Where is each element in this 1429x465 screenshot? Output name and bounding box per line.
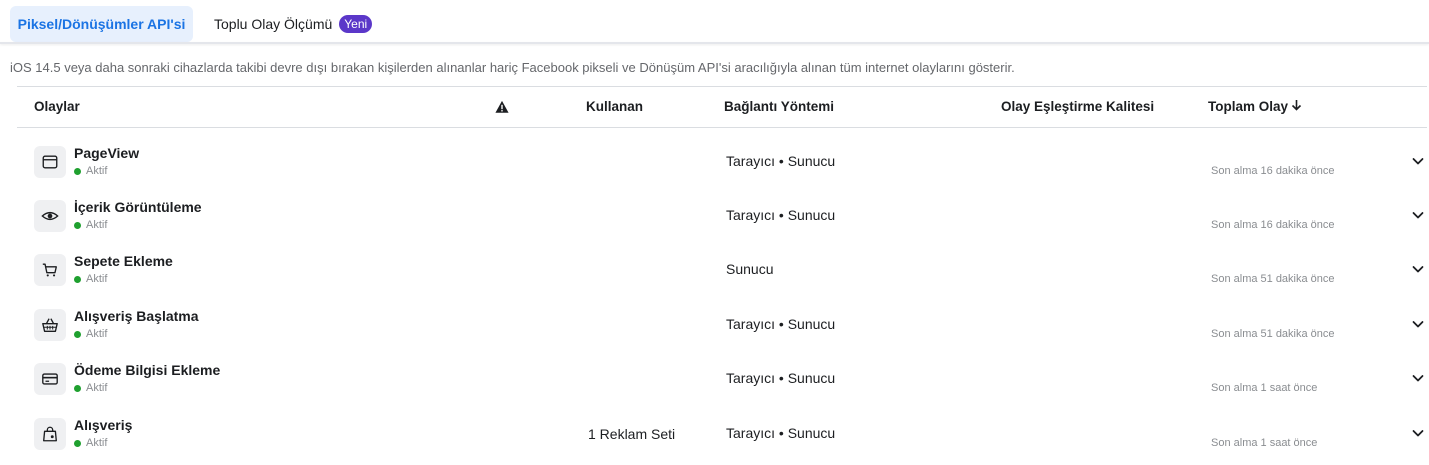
header-events[interactable]: Olaylar: [34, 99, 80, 114]
event-status-label: Aktif: [86, 328, 108, 340]
warning-icon[interactable]: [495, 100, 509, 114]
chevron-down-icon[interactable]: [1410, 370, 1426, 386]
sort-down-icon: [1291, 100, 1302, 111]
event-connection-method: Tarayıcı • Sunucu: [726, 153, 836, 169]
event-name: İçerik Görüntüleme: [74, 199, 202, 215]
event-last-received: Son alma 1 saat önce: [1211, 437, 1318, 449]
status-dot: [74, 330, 81, 338]
event-connection-method: Tarayıcı • Sunucu: [726, 316, 836, 332]
table-row-4[interactable]: Alışveriş Başlatma Aktif Tarayıcı • Sunu…: [17, 308, 1427, 362]
shopping-basket-icon: [34, 309, 66, 341]
tab-aggregated-event-measurement-label: Toplu Olay Ölçümü: [214, 16, 333, 32]
table-row-2[interactable]: İçerik Görüntüleme Aktif Tarayıcı • Sunu…: [17, 199, 1427, 253]
table-row-1[interactable]: PageView Aktif Tarayıcı • Sunucu Son alm…: [17, 145, 1427, 199]
credit-card-icon: [34, 363, 66, 395]
table-header: Olaylar Kullanan Bağlantı Yöntemi Olay E…: [17, 86, 1427, 128]
event-last-received: Son alma 51 dakika önce: [1211, 328, 1335, 340]
browser-window-icon: [34, 146, 66, 178]
chevron-down-icon[interactable]: [1410, 153, 1426, 169]
event-status: Aktif: [74, 328, 107, 340]
shopping-bag-icon: [34, 418, 66, 450]
description-text: iOS 14.5 veya daha sonraki cihazlarda ta…: [10, 60, 1015, 75]
status-dot: [74, 439, 81, 447]
event-last-received: Son alma 16 dakika önce: [1211, 165, 1335, 177]
event-name: Alışveriş: [74, 417, 133, 433]
new-badge: Yeni: [339, 15, 373, 33]
status-dot: [74, 275, 81, 283]
event-name: PageView: [74, 145, 140, 161]
event-used: 1 Reklam Seti: [588, 426, 676, 442]
header-total-events[interactable]: Toplam Olay: [1208, 99, 1302, 114]
shopping-cart-icon: [34, 254, 66, 286]
event-name: Ödeme Bilgisi Ekleme: [74, 362, 221, 378]
status-dot: [74, 221, 81, 229]
header-match-quality[interactable]: Olay Eşleştirme Kalitesi: [1001, 99, 1154, 114]
eye-icon: [34, 200, 66, 232]
chevron-down-icon[interactable]: [1410, 261, 1426, 277]
event-connection-method: Tarayıcı • Sunucu: [726, 425, 836, 441]
event-connection-method: Sunucu: [726, 261, 774, 277]
event-status: Aktif: [74, 437, 107, 449]
event-status: Aktif: [74, 165, 107, 177]
event-status: Aktif: [74, 219, 107, 231]
table-row-5[interactable]: Ödeme Bilgisi Ekleme Aktif Tarayıcı • Su…: [17, 362, 1427, 416]
status-dot: [74, 384, 81, 392]
event-status: Aktif: [74, 382, 107, 394]
event-status-label: Aktif: [86, 382, 108, 394]
tab-aggregated-event-measurement[interactable]: Toplu Olay Ölçümü Yeni: [214, 6, 373, 42]
table-row-3[interactable]: Sepete Ekleme Aktif Sunucu Son alma 51 d…: [17, 253, 1427, 307]
chevron-down-icon[interactable]: [1410, 425, 1426, 441]
event-status-label: Aktif: [86, 219, 108, 231]
status-dot: [74, 167, 81, 175]
header-used[interactable]: Kullanan: [586, 99, 643, 114]
event-connection-method: Tarayıcı • Sunucu: [726, 207, 836, 223]
chevron-down-icon[interactable]: [1410, 207, 1426, 223]
event-status-label: Aktif: [86, 437, 108, 449]
event-last-received: Son alma 16 dakika önce: [1211, 219, 1335, 231]
event-status: Aktif: [74, 273, 107, 285]
tab-bar-divider: [0, 42, 1429, 44]
event-name: Sepete Ekleme: [74, 253, 173, 269]
event-last-received: Son alma 1 saat önce: [1211, 382, 1318, 394]
tab-bar: Piksel/Dönüşümler API'si Toplu Olay Ölçü…: [0, 0, 1429, 44]
event-name: Alışveriş Başlatma: [74, 308, 199, 324]
event-status-label: Aktif: [86, 273, 108, 285]
event-status-label: Aktif: [86, 165, 108, 177]
header-total-events-label: Toplam Olay: [1208, 99, 1289, 114]
chevron-down-icon[interactable]: [1410, 316, 1426, 332]
tab-pixel-conversions-api-label: Piksel/Dönüşümler API'si: [17, 16, 186, 32]
header-connection[interactable]: Bağlantı Yöntemi: [724, 99, 834, 114]
tab-pixel-conversions-api[interactable]: Piksel/Dönüşümler API'si: [10, 6, 193, 42]
event-last-received: Son alma 51 dakika önce: [1211, 273, 1335, 285]
table-row-6[interactable]: Alışveriş Aktif 1 Reklam Seti Tarayıcı •…: [17, 417, 1427, 465]
event-connection-method: Tarayıcı • Sunucu: [726, 370, 836, 386]
